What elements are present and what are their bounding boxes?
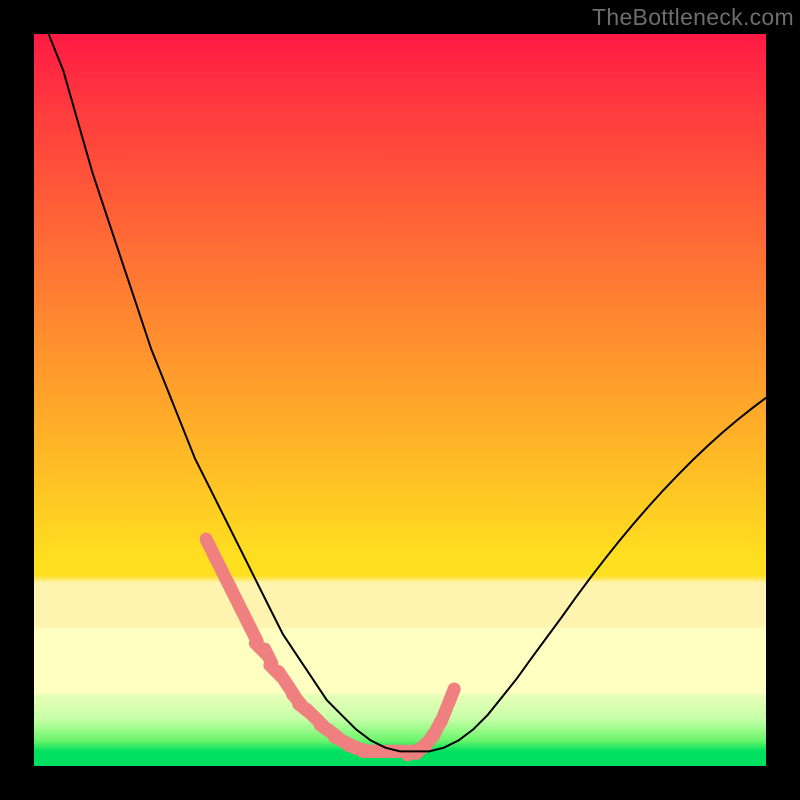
- curve-markers: [206, 539, 454, 755]
- chart-frame: TheBottleneck.com: [0, 0, 800, 800]
- bottleneck-curve: [49, 34, 766, 751]
- plot-area: [34, 34, 766, 766]
- watermark-text: TheBottleneck.com: [592, 4, 794, 31]
- chart-svg: [34, 34, 766, 766]
